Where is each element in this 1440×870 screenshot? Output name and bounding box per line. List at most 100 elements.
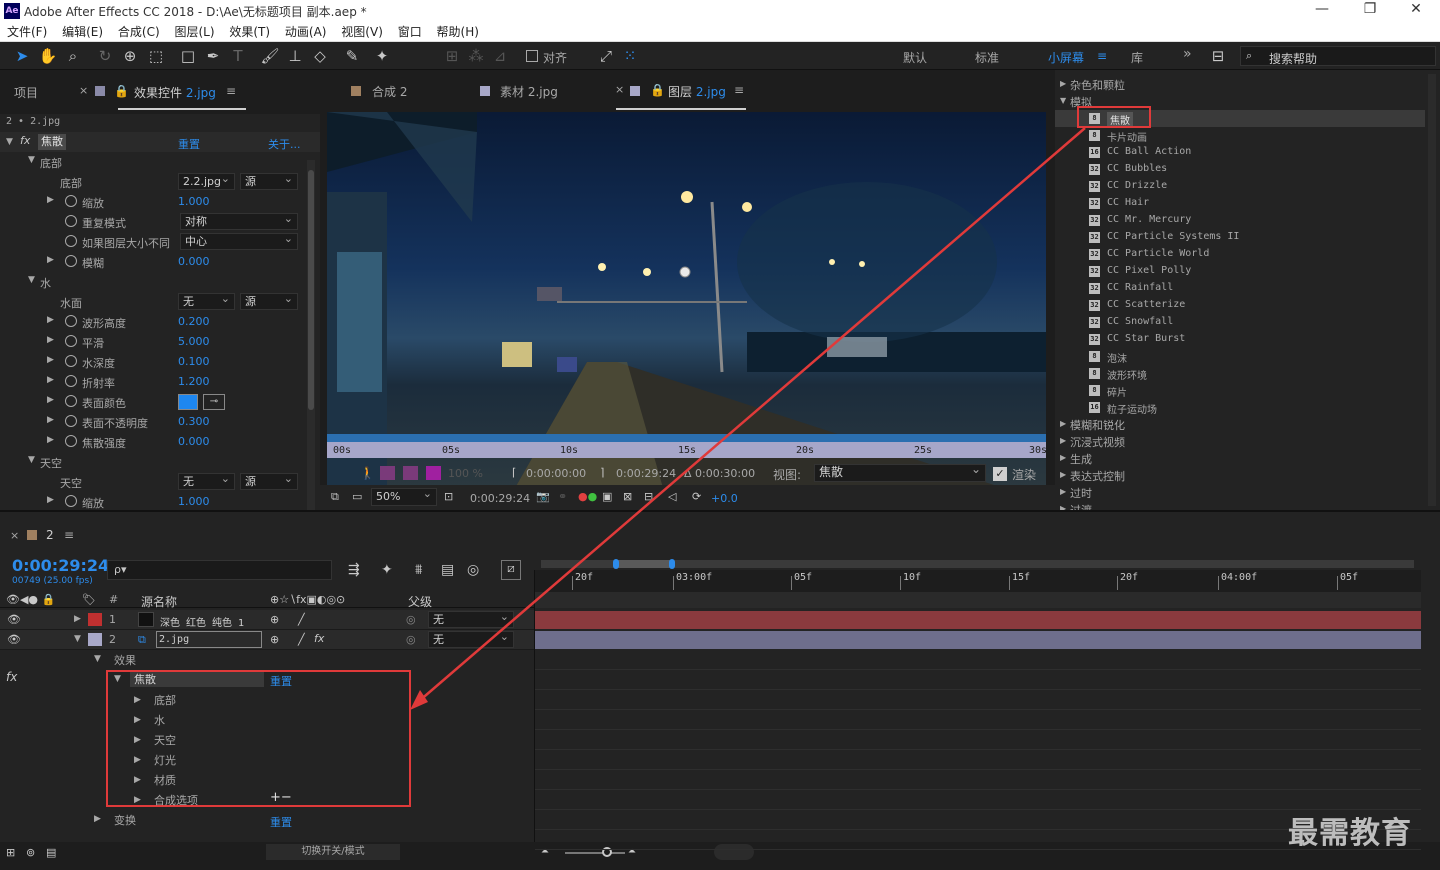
in-out-stretch-icon[interactable]: ▤ <box>46 846 56 859</box>
selection-tool-icon[interactable]: ➤ <box>12 46 32 66</box>
menu-animation[interactable]: 动画(A) <box>285 22 327 42</box>
property-dropdown[interactable]: 中心 <box>180 231 298 250</box>
clone-stamp-tool-icon[interactable]: ⊥ <box>285 46 305 66</box>
show-snapshot-icon[interactable]: ⚭ <box>558 490 567 503</box>
property-value[interactable]: 5.000 <box>178 335 210 348</box>
zoom-slider[interactable] <box>565 852 625 854</box>
rotate-tool-icon[interactable]: ↻ <box>95 46 115 66</box>
effect-category[interactable]: ▶ 过时 <box>1055 484 1425 501</box>
group-triangle-icon[interactable]: ▼ <box>28 455 35 465</box>
view-dropdown[interactable]: 焦散 <box>814 462 986 482</box>
category-triangle-icon[interactable]: ▶ <box>1060 419 1066 428</box>
sub-group-label[interactable]: 合成选项 <box>154 792 198 808</box>
effects-scrollbar[interactable] <box>1428 74 1436 506</box>
comp-mini-flowchart-icon[interactable]: ⇶ <box>348 562 360 578</box>
effect-item[interactable]: 32 CC Mr. Mercury <box>1055 212 1425 229</box>
timeline-timecode[interactable]: 0:00:29:24 <box>12 556 109 575</box>
menu-edit[interactable]: 编辑(E) <box>62 22 103 42</box>
sync-settings-icon[interactable]: ⊟ <box>1208 46 1228 66</box>
minimize-button[interactable]: — <box>1302 1 1342 21</box>
view-axis-icon[interactable]: ⊿ <box>490 46 510 66</box>
effect-item[interactable]: 32 CC Particle Systems II <box>1055 229 1425 246</box>
pen-tool-icon[interactable]: ✒ <box>203 46 223 66</box>
parent-dropdown[interactable]: 无 <box>428 609 514 628</box>
numeric-property[interactable]: ▶ 焦散强度 0.000 <box>0 432 305 452</box>
layer-expand-triangle-icon[interactable]: ▶ <box>74 614 81 624</box>
work-area-bar[interactable] <box>535 592 1421 608</box>
category-triangle-icon[interactable]: ▶ <box>1060 487 1066 496</box>
property-group-0[interactable]: ▼ 底部 <box>0 152 305 172</box>
search-help-field[interactable]: ⌕ 搜索帮助 <box>1240 46 1436 66</box>
stopwatch-icon[interactable] <box>65 195 77 207</box>
numeric-property[interactable]: ▶ 水深度 0.100 <box>0 352 305 372</box>
effect-item[interactable]: 32 CC Bubbles <box>1055 161 1425 178</box>
effect-item[interactable]: 8 泡沫 <box>1055 348 1425 365</box>
fast-preview-icon[interactable]: ◁ <box>668 490 676 503</box>
expand-triangle-icon[interactable]: ▶ <box>47 315 54 325</box>
effect-item[interactable]: 16 CC Ball Action <box>1055 144 1425 161</box>
sub-group-triangle-icon[interactable]: ▶ <box>134 735 141 745</box>
toggle-mask-icon[interactable]: ▣ <box>602 490 612 503</box>
layer-1-duration-bar[interactable] <box>535 611 1421 629</box>
numeric-property[interactable]: ▶ 模糊 0.000 <box>0 252 305 272</box>
exposure-value[interactable]: +0.0 <box>711 492 738 505</box>
restore-button[interactable]: ❐ <box>1350 1 1390 21</box>
property-value[interactable]: 0.200 <box>178 315 210 328</box>
timeline-search-input[interactable]: ρ▾ <box>107 560 332 580</box>
expand-triangle-icon[interactable]: ▶ <box>47 415 54 425</box>
stopwatch-icon[interactable] <box>65 495 77 507</box>
region-of-interest-icon[interactable]: ⊡ <box>444 490 453 503</box>
toggle-switches-modes-button[interactable]: 切换开关/模式 <box>266 844 400 860</box>
snapshot-icon[interactable]: 📷 <box>536 490 550 503</box>
property-value[interactable]: 0.000 <box>178 435 210 448</box>
world-axis-icon[interactable]: ⁂ <box>466 46 486 66</box>
in-point-icon[interactable]: ⌈ <box>512 466 516 479</box>
layer-label-color[interactable] <box>88 633 102 646</box>
effect-category[interactable]: ▶ 沉浸式视频 <box>1055 433 1425 450</box>
property-value[interactable]: 0.300 <box>178 415 210 428</box>
color-swatch[interactable] <box>178 394 198 410</box>
camera-tool-icon[interactable]: ⊕ <box>120 46 140 66</box>
walk-icon[interactable]: 🚶 <box>360 466 375 480</box>
sub-group-label[interactable]: 水 <box>154 712 165 728</box>
lock-icon[interactable]: 🔒 <box>114 84 129 98</box>
property-value[interactable]: 1.000 <box>178 195 210 208</box>
category-triangle-icon[interactable]: ▶ <box>1060 453 1066 462</box>
category-triangle-icon[interactable]: ▶ <box>1060 470 1066 479</box>
in-point-time[interactable]: 0:00:00:00 <box>526 467 586 480</box>
stopwatch-icon[interactable] <box>65 375 77 387</box>
parent-dropdown[interactable]: 无 <box>428 629 514 648</box>
effect-item[interactable]: 8 波形环境 <box>1055 365 1425 382</box>
menu-effect[interactable]: 效果(T) <box>229 22 270 42</box>
puppet-tool-icon[interactable]: ✦ <box>372 46 392 66</box>
panel-menu-icon[interactable]: ≡ <box>226 84 236 98</box>
workspace-small-screen[interactable]: 小屏幕 <box>1048 49 1084 66</box>
sub-group-triangle-icon[interactable]: ▶ <box>134 775 141 785</box>
close-layer-tab-icon[interactable]: × <box>615 83 624 96</box>
effect-category[interactable]: ▶ 生成 <box>1055 450 1425 467</box>
source-dropdown[interactable]: 源 <box>240 291 298 310</box>
always-preview-icon[interactable]: ⧉ <box>331 490 339 504</box>
current-time[interactable]: 0:00:29:24 <box>470 492 530 505</box>
expand-triangle-icon[interactable]: ▶ <box>47 395 54 405</box>
expand-triangle-icon[interactable]: ▶ <box>47 195 54 205</box>
transform-expand-triangle-icon[interactable]: ▶ <box>94 814 101 824</box>
effect-item[interactable]: 32 CC Star Burst <box>1055 331 1425 348</box>
brush-tool-icon[interactable]: 🖌 <box>260 46 280 66</box>
rectangle-tool-icon[interactable]: □ <box>178 46 198 66</box>
stopwatch-icon[interactable] <box>65 415 77 427</box>
source-dropdown[interactable]: 源 <box>240 171 298 190</box>
stopwatch-icon[interactable] <box>65 255 77 267</box>
more-workspaces-icon[interactable]: » <box>1183 46 1192 62</box>
category-triangle-icon[interactable]: ▶ <box>1060 436 1066 445</box>
numeric-property[interactable]: ▶ 平滑 5.000 <box>0 332 305 352</box>
out-point-icon[interactable]: ⌉ <box>600 466 604 479</box>
layer-tab-menu-icon[interactable]: ≡ <box>734 83 744 97</box>
snap-checkbox[interactable] <box>526 50 538 62</box>
layer-collapse-triangle-icon[interactable]: ▼ <box>74 634 81 644</box>
effect-category[interactable]: ▶ 表达式控制 <box>1055 467 1425 484</box>
effect-item[interactable]: 32 CC Drizzle <box>1055 178 1425 195</box>
stopwatch-icon[interactable] <box>65 215 77 227</box>
layer-lock-icon[interactable]: 🔒 <box>650 83 665 97</box>
stopwatch-icon[interactable] <box>65 395 77 407</box>
